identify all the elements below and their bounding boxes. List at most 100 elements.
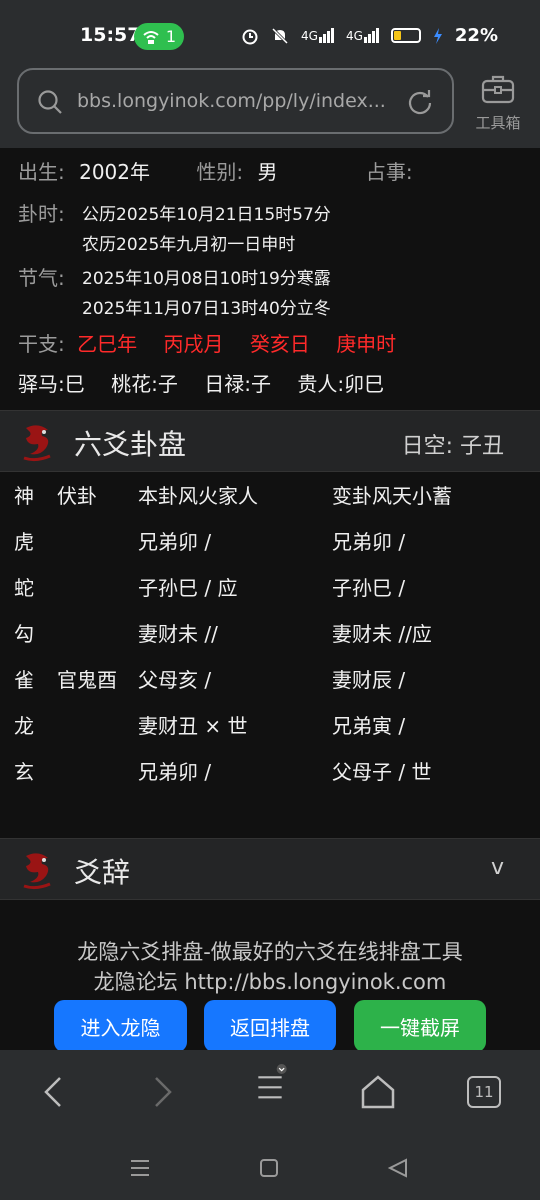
- divine-label: 占事:: [365, 160, 413, 184]
- signal-2-icon: 4G: [346, 28, 379, 43]
- birth-row: 出生: 2002年 性别: 男 占事:: [18, 156, 413, 185]
- row-god: 龙: [14, 714, 34, 738]
- ganzhi-hour: 庚申时: [336, 332, 397, 356]
- birth-label: 出生:: [18, 160, 65, 184]
- dragon-logo-icon: [23, 853, 51, 890]
- alarm-icon: [242, 29, 258, 44]
- browser-toolbar: bbs.longyinok.com/pp/ly/index... 工具箱: [0, 66, 540, 148]
- hotspot-count: 1: [165, 27, 177, 46]
- yaoci-header[interactable]: 爻辞 v: [0, 838, 540, 900]
- ganzhi-month: 丙戌月: [163, 332, 224, 356]
- hotspot-badge[interactable]: 1: [134, 23, 184, 50]
- chevron-down-icon[interactable]: v: [491, 855, 504, 880]
- charging-icon: [433, 27, 442, 44]
- home-icon[interactable]: [358, 1072, 398, 1112]
- url-text[interactable]: bbs.longyinok.com/pp/ly/index...: [77, 90, 386, 112]
- term-line-2: 2025年11月07日13时40分立冬: [82, 299, 331, 319]
- row-bian: 子孙巳 /: [332, 576, 406, 600]
- header-fu: 伏卦: [57, 484, 97, 508]
- gender-value: 男: [257, 160, 278, 184]
- address-bar[interactable]: bbs.longyinok.com/pp/ly/index...: [17, 68, 454, 134]
- shensha-row: 驿马:巳 桃花:子 日禄:子 贵人:卯巳: [18, 368, 384, 397]
- network-type-2: 4G: [345, 29, 363, 43]
- table-row: 虎 兄弟卯 / 兄弟卯 /: [0, 526, 540, 566]
- row-god: 玄: [14, 760, 34, 784]
- time-solar: 公历2025年10月21日15时57分: [82, 205, 331, 225]
- status-bar: 15:57 1 4G 4G 22%: [0, 0, 540, 66]
- network-type-1: 4G: [301, 29, 318, 43]
- back-icon[interactable]: [34, 1072, 74, 1112]
- row-god: 勾: [14, 622, 34, 646]
- header-bian: 变卦风天小蓄: [332, 484, 452, 508]
- table-row: 蛇 子孙巳 / 应 子孙巳 /: [0, 572, 540, 612]
- row-ben: 父母亥 /: [138, 668, 212, 692]
- shensha-taohua: 桃花:子: [111, 372, 178, 396]
- row-bian: 父母子 / 世: [332, 760, 432, 784]
- battery-percent: 22%: [454, 25, 498, 46]
- panel-header: 六爻卦盘 日空: 子丑: [0, 410, 540, 472]
- kongwang-text: 日空: 子丑: [401, 434, 504, 459]
- table-row: 龙 妻财丑 × 世 兄弟寅 /: [0, 710, 540, 750]
- shensha-yima: 驿马:巳: [18, 372, 85, 396]
- yaoci-title: 爻辞: [74, 856, 131, 889]
- back-button-icon[interactable]: [386, 1156, 410, 1180]
- system-nav-bar: [0, 1136, 540, 1200]
- signal-1-icon: 4G: [301, 28, 334, 43]
- birth-value: 2002年: [79, 160, 151, 184]
- table-row: 勾 妻财未 // 妻财未 //应: [0, 618, 540, 658]
- tabs-icon[interactable]: 11: [467, 1076, 501, 1108]
- panel-title: 六爻卦盘: [74, 428, 187, 461]
- shensha-rilu: 日禄:子: [204, 372, 271, 396]
- reload-icon[interactable]: [406, 88, 434, 116]
- header-god: 神: [14, 484, 34, 508]
- time-row: 卦时:: [18, 198, 65, 227]
- row-fu: 官鬼酉: [57, 668, 117, 692]
- row-ben: 妻财丑 × 世: [138, 714, 248, 738]
- recents-icon[interactable]: [128, 1156, 152, 1180]
- hotspot-icon: [143, 30, 159, 44]
- footer-link[interactable]: 龙隐论坛 http://bbs.longyinok.com: [0, 966, 540, 996]
- dragon-logo-icon: [23, 425, 51, 462]
- browser-nav-bar: 11: [0, 1050, 540, 1136]
- toolbox-button[interactable]: 工具箱: [470, 74, 526, 134]
- back-to-chart-button[interactable]: 返回排盘: [204, 1000, 336, 1052]
- toolbox-label: 工具箱: [475, 114, 521, 132]
- row-bian: 妻财辰 /: [332, 668, 406, 692]
- screenshot-button[interactable]: 一键截屏: [354, 1000, 486, 1052]
- term-label: 节气:: [18, 266, 65, 290]
- row-ben: 子孙巳 / 应: [138, 576, 238, 600]
- toolbox-icon: [481, 75, 515, 104]
- row-god: 蛇: [14, 576, 34, 600]
- enter-longyin-button[interactable]: 进入龙隐: [54, 1000, 187, 1052]
- gender-label: 性别:: [196, 160, 244, 184]
- term-row: 节气:: [18, 262, 65, 291]
- row-ben: 兄弟卯 /: [138, 760, 212, 784]
- menu-icon[interactable]: [250, 1064, 290, 1104]
- ganzhi-row: 干支: 乙巳年 丙戌月 癸亥日 庚申时: [18, 328, 396, 357]
- search-icon: [38, 90, 62, 114]
- forward-icon[interactable]: [142, 1072, 182, 1112]
- home-button-icon[interactable]: [257, 1156, 281, 1180]
- mute-icon: [271, 27, 289, 44]
- battery-icon: [390, 28, 421, 43]
- footer-slogan: 龙隐六爻排盘-做最好的六爻在线排盘工具: [77, 940, 463, 964]
- table-header-row: 神 伏卦 本卦风火家人 变卦风天小蓄: [0, 480, 540, 520]
- shensha-guiren: 贵人:卯巳: [297, 372, 385, 396]
- tabs-count: 11: [474, 1083, 494, 1101]
- table-row: 玄 兄弟卯 / 父母子 / 世: [0, 756, 540, 796]
- row-bian: 兄弟卯 /: [332, 530, 406, 554]
- ganzhi-label: 干支:: [18, 332, 65, 356]
- row-god: 虎: [14, 530, 34, 554]
- table-row: 雀 官鬼酉 父母亥 / 妻财辰 /: [0, 664, 540, 704]
- ganzhi-day: 癸亥日: [249, 332, 310, 356]
- time-label: 卦时:: [18, 202, 65, 226]
- term-line-1: 2025年10月08日10时19分寒露: [82, 269, 331, 289]
- row-ben: 妻财未 //: [138, 622, 218, 646]
- row-bian: 妻财未 //应: [332, 622, 432, 646]
- header-ben: 本卦风火家人: [138, 484, 258, 508]
- row-ben: 兄弟卯 /: [138, 530, 212, 554]
- time-lunar: 农历2025年九月初一日申时: [82, 235, 296, 255]
- status-time: 15:57: [80, 24, 141, 46]
- ganzhi-year: 乙巳年: [77, 332, 138, 356]
- row-bian: 兄弟寅 /: [332, 714, 406, 738]
